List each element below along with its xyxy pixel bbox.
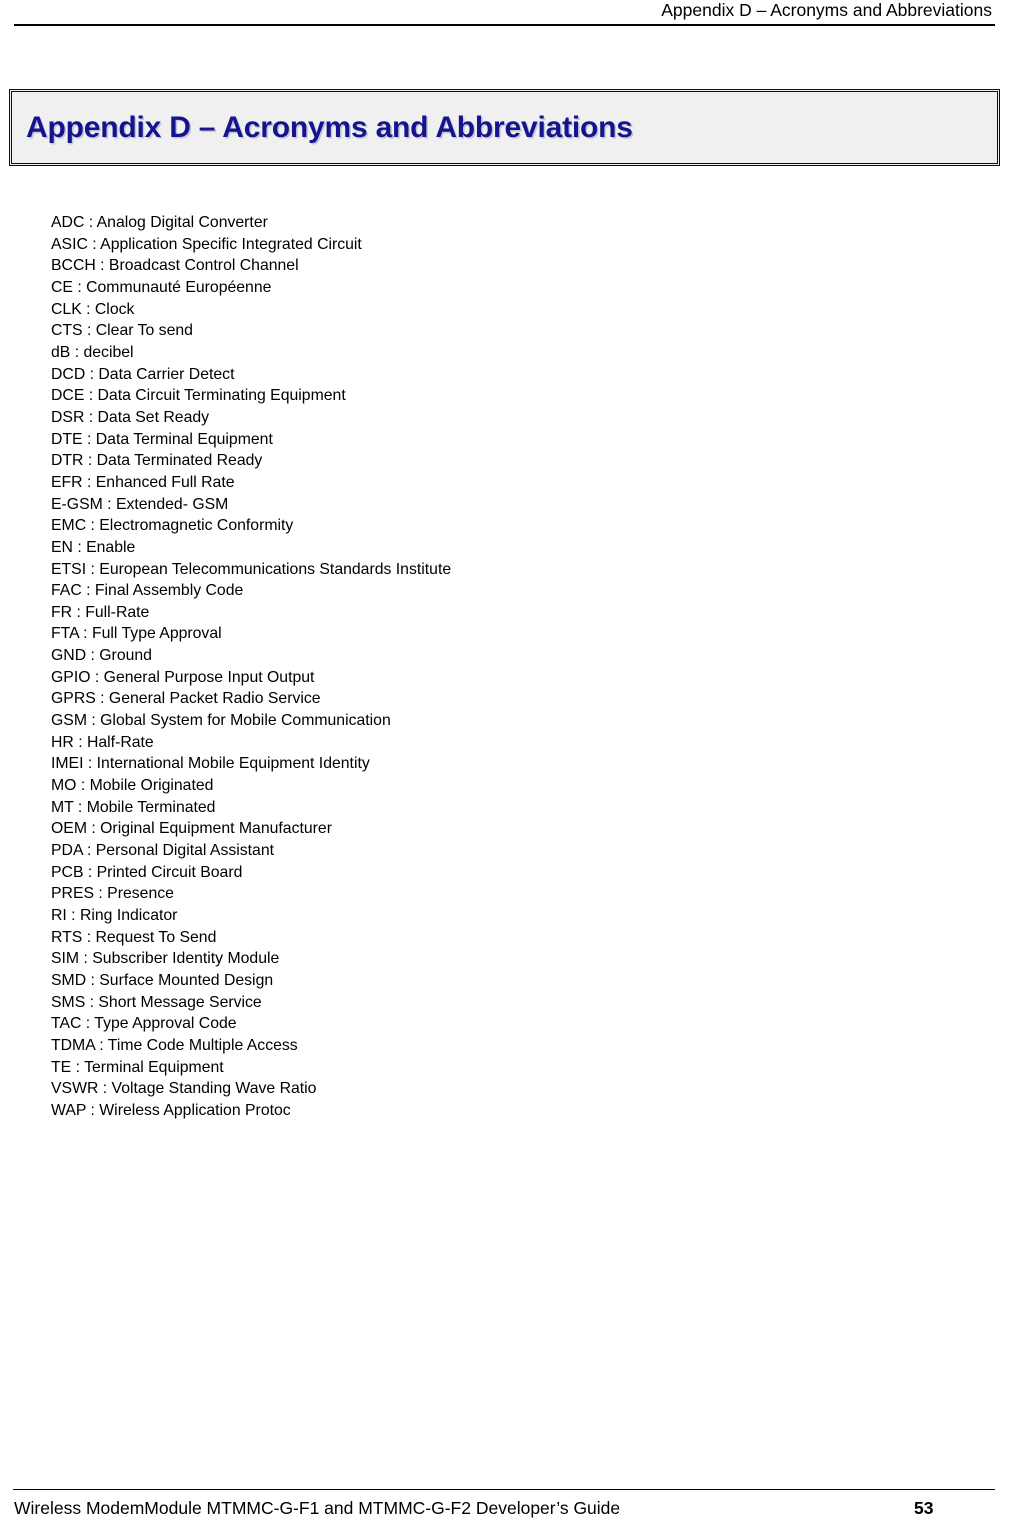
- page-footer: Wireless ModemModule MTMMC-G-F1 and MTMM…: [0, 1489, 1009, 1539]
- list-item: FAC : Final Assembly Code: [51, 582, 244, 600]
- list-item: SIM : Subscriber Identity Module: [51, 950, 280, 968]
- list-item: RTS : Request To Send: [51, 928, 217, 946]
- list-item: MO : Mobile Originated: [51, 777, 214, 795]
- list-item: VSWR : Voltage Standing Wave Ratio: [51, 1080, 317, 1098]
- page-title: Appendix D – Acronyms and Abbreviations: [26, 110, 633, 144]
- list-item: DTR : Data Terminated Ready: [51, 452, 263, 470]
- list-item: GSM : Global System for Mobile Communica…: [51, 712, 391, 730]
- footer-divider-rule: [13, 1489, 995, 1490]
- running-header-title: Appendix D – Acronyms and Abbreviations: [661, 0, 992, 20]
- list-item: DCE : Data Circuit Terminating Equipment: [51, 387, 346, 405]
- list-item: ASIC : Application Specific Integrated C…: [51, 235, 362, 253]
- list-item: PDA : Personal Digital Assistant: [51, 842, 275, 860]
- list-item: DCD : Data Carrier Detect: [51, 365, 235, 383]
- list-item: SMD : Surface Mounted Design: [51, 971, 274, 989]
- list-item: CE : Communauté Européenne: [51, 278, 272, 296]
- list-item: GND : Ground: [51, 647, 152, 665]
- list-item: ETSI : European Telecommunications Stand…: [51, 560, 452, 578]
- list-item: TDMA : Time Code Multiple Access: [51, 1036, 298, 1054]
- list-item: IMEI : International Mobile Equipment Id…: [51, 755, 370, 773]
- footer-document-title: Wireless ModemModule MTMMC-G-F1 and MTMM…: [14, 1498, 621, 1518]
- appendix-title-box: Appendix D – Acronyms and Abbreviations: [9, 89, 1000, 166]
- list-item: ADC : Analog Digital Converter: [51, 214, 268, 231]
- list-item: dB : decibel: [51, 343, 134, 361]
- list-item: WAP : Wireless Application Protoc: [51, 1101, 291, 1119]
- list-item: PCB : Printed Circuit Board: [51, 863, 243, 881]
- list-item: RI : Ring Indicator: [51, 907, 178, 924]
- footer-page-number: 53: [914, 1498, 934, 1518]
- list-item: DTE : Data Terminal Equipment: [51, 430, 273, 448]
- list-item: PRES : Presence: [51, 885, 174, 903]
- list-item: SMS : Short Message Service: [51, 993, 262, 1011]
- page-header: Appendix D – Acronyms and Abbreviations: [0, 0, 1009, 28]
- document-page: Appendix D – Acronyms and Abbreviations …: [0, 0, 1009, 1539]
- list-item: EN : Enable: [51, 538, 136, 556]
- list-item: CLK : Clock: [51, 300, 135, 318]
- list-item: DSR : Data Set Ready: [51, 408, 210, 426]
- list-item: HR : Half-Rate: [51, 733, 154, 751]
- list-item: OEM : Original Equipment Manufacturer: [51, 820, 332, 838]
- appendix-title-box-inner: Appendix D – Acronyms and Abbreviations: [12, 92, 997, 163]
- list-item: FR : Full-Rate: [51, 603, 150, 621]
- list-item: FTA : Full Type Approval: [51, 625, 222, 643]
- list-item: GPIO : General Purpose Input Output: [51, 668, 315, 686]
- header-divider-rule: [14, 24, 995, 26]
- list-item: E-GSM : Extended- GSM: [51, 495, 229, 513]
- acronym-list: ADC : Analog Digital Converter ASIC : App…: [51, 212, 951, 1122]
- list-item: EFR : Enhanced Full Rate: [51, 473, 235, 491]
- list-item: CTS : Clear To send: [51, 322, 193, 340]
- list-item: MT : Mobile Terminated: [51, 798, 216, 816]
- list-item: BCCH : Broadcast Control Channel: [51, 257, 299, 275]
- list-item: EMC : Electromagnetic Conformity: [51, 517, 294, 535]
- list-item: TE : Terminal Equipment: [51, 1058, 224, 1076]
- list-item: GPRS : General Packet Radio Service: [51, 690, 321, 708]
- list-item: TAC : Type Approval Code: [51, 1015, 237, 1033]
